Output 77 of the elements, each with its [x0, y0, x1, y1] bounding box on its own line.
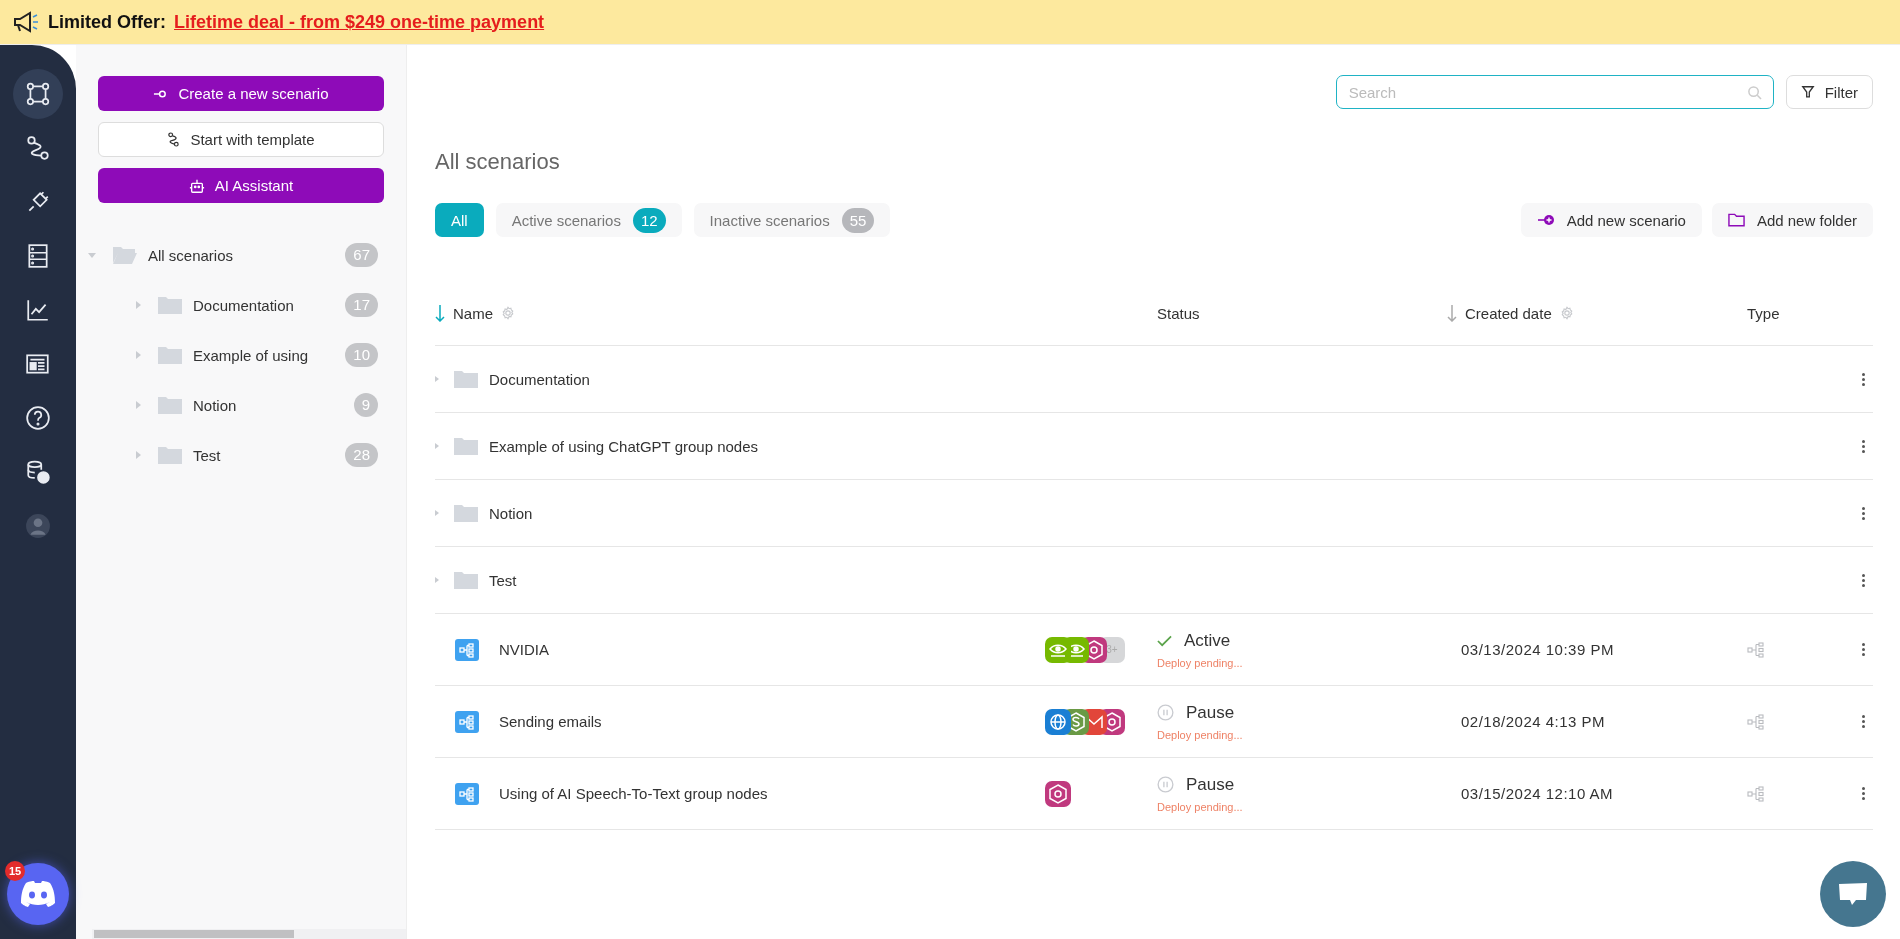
server-icon	[25, 243, 51, 269]
filter-tab[interactable]: Active scenarios 12	[495, 203, 682, 237]
page-title: All scenarios	[435, 149, 561, 175]
megaphone-icon	[12, 11, 40, 33]
billing-icon	[25, 459, 51, 485]
status-text: Active	[1184, 630, 1231, 651]
folder-icon	[157, 295, 183, 315]
news-icon	[25, 351, 51, 377]
route-icon	[167, 132, 181, 147]
discord-button[interactable]: 15	[7, 863, 69, 925]
folder-icon	[157, 345, 183, 365]
workflow-type-icon	[1747, 785, 1765, 802]
created-date: 03/15/2024 12:10 AM	[1461, 785, 1615, 802]
status-text: Pause	[1186, 774, 1235, 795]
nodes-nav-button[interactable]	[13, 69, 63, 119]
tree-item[interactable]: Documentation 17	[88, 291, 378, 319]
ai-assistant-button[interactable]: AI Assistant	[98, 168, 384, 203]
created-date: 02/18/2024 4:13 PM	[1461, 713, 1607, 730]
offer-label: Limited Offer:	[48, 11, 166, 33]
column-header: Name	[453, 304, 493, 322]
count-badge: 12	[632, 207, 666, 233]
deploy-note: Deploy pending...	[1157, 728, 1244, 741]
workflow-type-icon	[1747, 641, 1765, 658]
filter-button[interactable]: Filter	[1785, 75, 1873, 109]
user-icon	[25, 513, 51, 539]
folder-icon	[112, 245, 138, 265]
tree-item[interactable]: Notion 9	[88, 391, 378, 419]
status-text: Pause	[1186, 702, 1235, 723]
folder-icon	[1727, 213, 1745, 227]
template-button[interactable]: Start with template	[98, 122, 384, 157]
route-icon	[25, 135, 51, 161]
folder-icon	[157, 445, 183, 465]
create-scenario-button[interactable]: Create a new scenario	[98, 76, 384, 111]
speech-bubble-icon	[1837, 881, 1869, 907]
search-icon	[1746, 85, 1762, 100]
folder-icon	[453, 503, 479, 523]
gamepad-face-icon	[18, 879, 58, 909]
scenario-name[interactable]: Using of AI Speech-To-Text group nodes	[499, 785, 768, 802]
workflow-icon	[455, 782, 479, 805]
deploy-note: Deploy pending...	[1157, 656, 1244, 669]
folder-name[interactable]: Documentation	[489, 370, 1844, 388]
filter-tab[interactable]: Inactive scenarios 55	[693, 203, 891, 237]
add-folder-button[interactable]: Add new folder	[1711, 203, 1873, 237]
folder-icon	[453, 436, 479, 456]
sort-arrow-icon[interactable]	[435, 304, 445, 322]
workflow-icon	[455, 710, 479, 733]
notification-badge: 15	[5, 861, 25, 881]
column-header: Type	[1747, 304, 1780, 322]
funnel-icon	[1800, 85, 1815, 99]
workflow-icon	[455, 638, 479, 661]
help-icon	[25, 405, 51, 431]
search-field[interactable]: Search	[1335, 75, 1774, 109]
folder-icon	[157, 395, 183, 415]
count-badge: 55	[841, 207, 875, 233]
nodes-icon	[25, 81, 51, 107]
tree-item[interactable]: Example of using 10	[88, 341, 378, 369]
scenario-name[interactable]: NVIDIA	[499, 641, 549, 658]
offer-link[interactable]: Lifetime deal - from $249 one-time payment	[174, 11, 545, 33]
tree-item[interactable]: Test 28	[88, 441, 378, 469]
chart-icon	[25, 297, 51, 323]
folder-icon	[453, 369, 479, 389]
scenario-name[interactable]: Sending emails	[499, 713, 602, 730]
node-link-icon	[153, 88, 169, 99]
workflow-type-icon	[1747, 713, 1765, 730]
robot-icon	[188, 177, 205, 194]
folder-icon	[453, 570, 479, 590]
tree-item[interactable]: All scenarios 67	[88, 241, 378, 269]
folder-name[interactable]: Notion	[489, 504, 1844, 522]
deploy-note: Deploy pending...	[1157, 800, 1244, 813]
add-scenario-button[interactable]: Add new scenario	[1520, 203, 1702, 237]
node-plus-icon	[1536, 214, 1555, 226]
created-date: 03/13/2024 10:39 PM	[1461, 641, 1615, 658]
folder-name[interactable]: Test	[489, 571, 1844, 589]
horizontal-scrollbar[interactable]	[92, 929, 406, 939]
column-header: Status	[1157, 304, 1200, 322]
column-header: Created date	[1465, 304, 1552, 322]
folder-name[interactable]: Example of using ChatGPT group nodes	[489, 437, 1844, 455]
